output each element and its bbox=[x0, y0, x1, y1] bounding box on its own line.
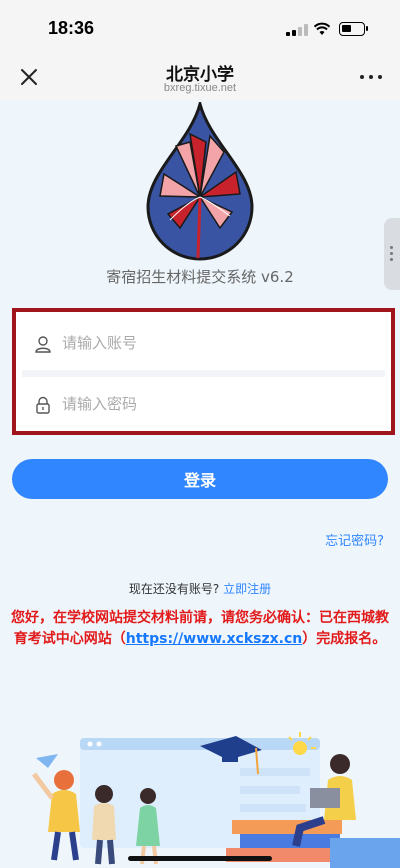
username-field[interactable] bbox=[22, 318, 385, 368]
school-logo bbox=[146, 102, 254, 261]
login-button[interactable]: 登录 bbox=[12, 459, 388, 499]
battery-icon bbox=[339, 22, 368, 36]
nav-bar: 北京小学 bxreg.tixue.net bbox=[0, 54, 400, 100]
status-bar: 18:36 bbox=[0, 0, 400, 54]
no-account-text: 现在还没有账号? bbox=[128, 582, 220, 596]
field-divider bbox=[22, 370, 385, 377]
page-domain: bxreg.tixue.net bbox=[163, 82, 237, 94]
forgot-password-link[interactable]: 忘记密码? bbox=[325, 530, 384, 549]
register-prompt: 现在还没有账号? 立即注册 bbox=[0, 580, 400, 597]
user-icon bbox=[35, 336, 51, 353]
home-indicator bbox=[128, 856, 272, 861]
app-title: 寄宿招生材料提交系统 v6.2 bbox=[106, 268, 294, 286]
password-input[interactable] bbox=[62, 389, 362, 419]
password-field[interactable] bbox=[22, 379, 385, 429]
register-link[interactable]: 立即注册 bbox=[223, 582, 271, 596]
status-time: 18:36 bbox=[48, 18, 95, 38]
notice-text-after: ）完成报名。 bbox=[302, 631, 387, 647]
side-drawer-handle[interactable] bbox=[384, 218, 400, 290]
lock-icon bbox=[36, 396, 50, 414]
more-options-icon[interactable] bbox=[360, 75, 382, 81]
education-illustration bbox=[32, 732, 400, 868]
username-input[interactable] bbox=[62, 328, 362, 358]
login-form bbox=[12, 308, 395, 435]
exam-center-link[interactable]: https://www.xckszx.cn bbox=[126, 631, 303, 647]
registration-notice: 您好，在学校网站提交材料前请，请您务必确认：已在西城教育考试中心网站（https… bbox=[10, 608, 390, 650]
wifi-icon bbox=[314, 22, 330, 35]
cellular-signal-icon bbox=[286, 24, 308, 36]
